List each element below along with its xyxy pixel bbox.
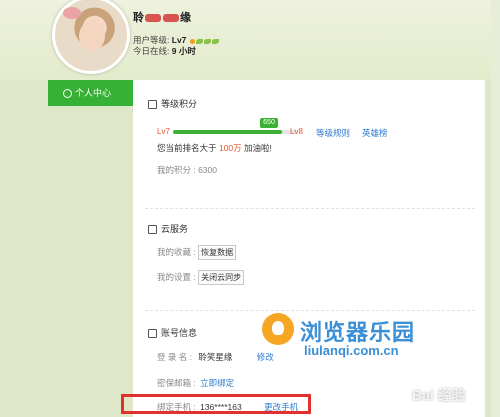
user-icon bbox=[63, 89, 72, 99]
email-row: 密保邮箱 : 立即绑定 bbox=[157, 378, 235, 388]
cloud-icon bbox=[148, 225, 157, 235]
login-name-row: 登 录 名 : 聆笑星缘 修改 bbox=[157, 352, 274, 362]
account-section-title: 账号信息 bbox=[148, 326, 197, 339]
online-time-row: 今日在线: 9 小时 bbox=[133, 46, 196, 56]
restore-data-button[interactable]: 恢复数据 bbox=[198, 245, 237, 260]
points-badge: 650 bbox=[260, 118, 278, 128]
level-section-title: 等级积分 bbox=[148, 97, 197, 110]
section-divider bbox=[145, 310, 475, 311]
disable-cloud-sync-button[interactable]: 关闭云同步 bbox=[198, 270, 245, 285]
settings-row: 我的设置 : 关闭云同步 bbox=[157, 270, 245, 285]
annotation-highlight-box bbox=[121, 394, 311, 414]
user-level-value: Lv7 bbox=[171, 35, 187, 45]
rank-value: 100万 bbox=[218, 143, 242, 153]
redacted-mark bbox=[163, 14, 179, 23]
login-name-value: 聆笑星缘 bbox=[198, 352, 233, 362]
my-points: 我的积分 : 6300 bbox=[157, 165, 217, 175]
main-panel: 等级积分 650 Lv7 Lv8 等级规则 英雄榜 您当前排名大于 100万 加… bbox=[133, 80, 485, 417]
avatar-flower-decoration bbox=[63, 7, 81, 19]
rank-text: 您当前排名大于 100万 加油啦! bbox=[157, 143, 272, 153]
redacted-mark bbox=[145, 14, 161, 23]
bind-email-link[interactable]: 立即绑定 bbox=[200, 378, 234, 388]
cloud-section-title: 云服务 bbox=[148, 222, 188, 235]
scrollbar[interactable] bbox=[491, 0, 500, 417]
level-rules-link[interactable]: 等级规则 bbox=[316, 127, 350, 139]
username: 聆缘 bbox=[133, 12, 191, 24]
favorites-row: 我的收藏 : 恢复数据 bbox=[157, 245, 237, 260]
level-progress-fill bbox=[173, 130, 283, 134]
avatar-face bbox=[79, 21, 105, 51]
watermark-logo-icon bbox=[262, 313, 294, 345]
account-icon bbox=[148, 329, 157, 339]
current-level: Lv7 bbox=[157, 127, 170, 136]
baidu-watermark: Bai 经验 bbox=[412, 387, 466, 403]
online-time-value: 9 小时 bbox=[171, 46, 196, 56]
edit-login-link[interactable]: 修改 bbox=[257, 352, 274, 362]
next-level: Lv8 bbox=[290, 127, 303, 136]
level-progress-bar bbox=[173, 130, 297, 134]
heroes-link[interactable]: 英雄榜 bbox=[362, 127, 388, 139]
section-divider bbox=[145, 208, 475, 209]
level-icon bbox=[148, 100, 157, 110]
nav-personal-center[interactable]: 个人中心 bbox=[48, 80, 133, 106]
